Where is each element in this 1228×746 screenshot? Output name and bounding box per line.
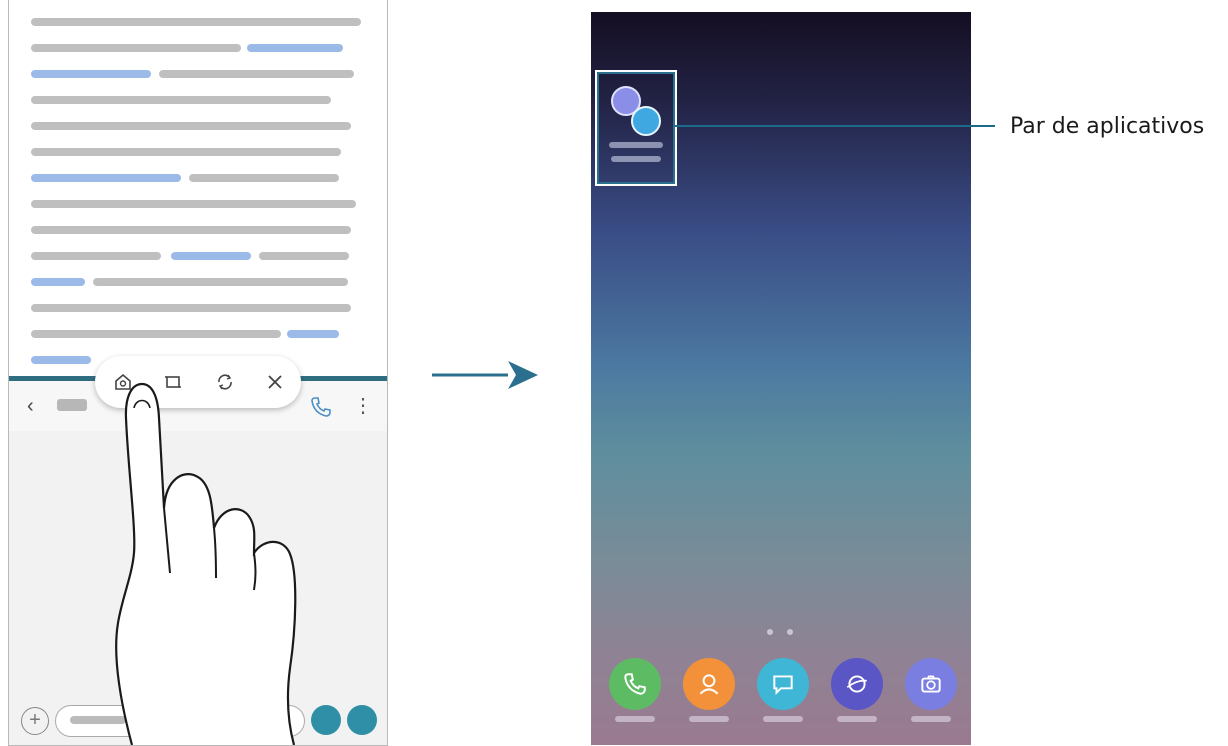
messages-icon[interactable] [757, 658, 809, 710]
right-phone-home-screen [591, 12, 971, 745]
add-attachment-button[interactable]: + [21, 707, 49, 735]
callout-label: Par de aplicativos [1010, 114, 1205, 139]
dock-label [837, 716, 877, 722]
transition-arrow-icon [432, 361, 538, 389]
left-phone-screen: ‹ ⋮ + [8, 0, 388, 746]
app-pair-label-line2 [611, 156, 661, 162]
send-sim2-button[interactable] [347, 705, 377, 735]
phone-icon[interactable] [609, 658, 661, 710]
dock-label [689, 716, 729, 722]
dock-label [911, 716, 951, 722]
internet-icon[interactable] [831, 658, 883, 710]
dock-label [763, 716, 803, 722]
contact-name [57, 399, 87, 411]
contacts-icon[interactable] [683, 658, 735, 710]
send-sim1-button[interactable] [311, 705, 341, 735]
app-pair-label [609, 142, 663, 148]
camera-icon[interactable] [905, 658, 957, 710]
call-icon[interactable] [309, 395, 333, 419]
dock-label [615, 716, 655, 722]
callout-leader-line [675, 125, 995, 127]
finger-tap-illustration [115, 382, 297, 745]
app-pair-shortcut[interactable] [595, 70, 677, 186]
blurred-article [9, 0, 387, 378]
page-indicator-dot [767, 629, 773, 635]
more-options-icon[interactable]: ⋮ [353, 395, 373, 419]
back-arrow-icon[interactable]: ‹ [27, 395, 47, 417]
messages-icon [631, 106, 661, 136]
page-indicator-dot [787, 629, 793, 635]
